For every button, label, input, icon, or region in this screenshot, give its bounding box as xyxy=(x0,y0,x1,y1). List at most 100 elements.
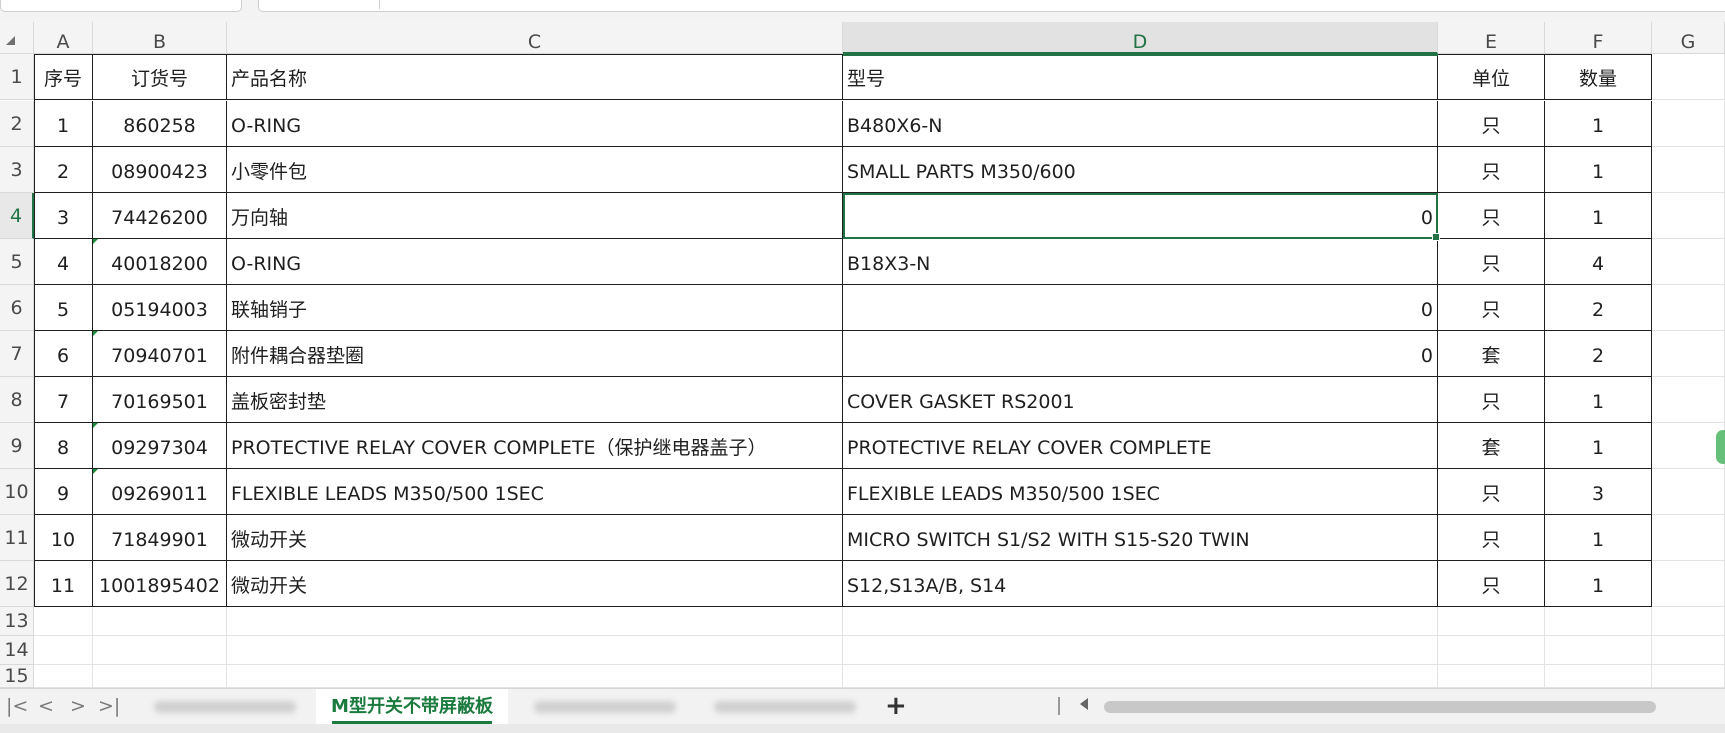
name-box[interactable] xyxy=(0,0,242,12)
table-cell[interactable]: 08900423 xyxy=(93,147,227,193)
table-cell[interactable]: 1 xyxy=(1545,193,1652,239)
table-cell[interactable]: 11 xyxy=(34,561,93,607)
table-cell[interactable]: B480X6-N xyxy=(843,101,1438,147)
table-cell[interactable]: SMALL PARTS M350/600 xyxy=(843,147,1438,193)
select-all-corner[interactable] xyxy=(0,22,34,54)
table-cell[interactable]: S12,S13A/B, S14 xyxy=(843,561,1438,607)
table-cell[interactable]: 只 xyxy=(1438,515,1545,561)
table-cell[interactable]: 70169501 xyxy=(93,377,227,423)
table-cell[interactable]: 1 xyxy=(1545,423,1652,469)
row-header-10[interactable]: 10 xyxy=(0,469,34,515)
table-cell[interactable]: 2 xyxy=(34,147,93,193)
empty-cell[interactable] xyxy=(1652,239,1725,285)
row-header-15[interactable]: 15 xyxy=(0,665,34,688)
empty-cell[interactable] xyxy=(1438,636,1545,665)
table-cell[interactable]: 只 xyxy=(1438,193,1545,239)
column-header-e[interactable]: E xyxy=(1438,22,1545,54)
header-cell[interactable]: 序号 xyxy=(34,54,93,100)
table-cell[interactable]: 只 xyxy=(1438,561,1545,607)
horizontal-scrollbar[interactable] xyxy=(1104,701,1656,713)
table-cell[interactable]: PROTECTIVE RELAY COVER COMPLETE（保护继电器盖子） xyxy=(227,423,843,469)
empty-cell[interactable] xyxy=(227,665,843,688)
empty-cell[interactable] xyxy=(843,665,1438,688)
empty-cell[interactable] xyxy=(1652,147,1725,193)
empty-cell[interactable] xyxy=(34,665,93,688)
table-cell[interactable]: 2 xyxy=(1545,331,1652,377)
column-header-c[interactable]: C xyxy=(227,22,843,54)
table-cell[interactable]: 盖板密封垫 xyxy=(227,377,843,423)
empty-cell[interactable] xyxy=(843,607,1438,636)
column-header-g[interactable]: G xyxy=(1652,22,1725,54)
row-header-1[interactable]: 1 xyxy=(0,54,34,100)
table-cell[interactable]: 1 xyxy=(1545,101,1652,147)
tab-splitter[interactable] xyxy=(1058,697,1060,715)
sheet-tab-hidden-2[interactable] xyxy=(520,689,690,724)
row-header-7[interactable]: 7 xyxy=(0,331,34,377)
header-cell[interactable]: 订货号 xyxy=(93,54,227,100)
table-cell[interactable]: 09269011 xyxy=(93,469,227,515)
row-header-4[interactable]: 4 xyxy=(0,193,34,239)
empty-cell[interactable] xyxy=(1652,285,1725,331)
empty-cell[interactable] xyxy=(1438,607,1545,636)
table-cell[interactable]: 联轴销子 xyxy=(227,285,843,331)
table-cell[interactable]: 40018200 xyxy=(93,239,227,285)
table-cell[interactable]: PROTECTIVE RELAY COVER COMPLETE xyxy=(843,423,1438,469)
empty-cell[interactable] xyxy=(227,636,843,665)
empty-cell[interactable] xyxy=(1652,423,1725,469)
empty-cell[interactable] xyxy=(93,636,227,665)
empty-cell[interactable] xyxy=(843,636,1438,665)
table-cell[interactable]: 6 xyxy=(34,331,93,377)
row-header-11[interactable]: 11 xyxy=(0,515,34,561)
row-header-3[interactable]: 3 xyxy=(0,147,34,193)
table-cell[interactable]: 只 xyxy=(1438,239,1545,285)
table-cell[interactable]: 5 xyxy=(34,285,93,331)
table-cell[interactable]: 只 xyxy=(1438,469,1545,515)
table-cell[interactable]: 只 xyxy=(1438,285,1545,331)
sheet-tab-hidden-1[interactable] xyxy=(140,689,310,724)
table-cell[interactable]: 套 xyxy=(1438,423,1545,469)
scroll-left-icon[interactable] xyxy=(1080,698,1088,710)
sheet-tab-active[interactable]: M型开关不带屏蔽板 xyxy=(316,689,508,724)
floating-assistant-icon[interactable] xyxy=(1716,430,1725,464)
table-cell[interactable]: 3 xyxy=(34,193,93,239)
empty-cell[interactable] xyxy=(1652,636,1725,665)
table-cell[interactable]: 3 xyxy=(1545,469,1652,515)
header-cell[interactable]: 数量 xyxy=(1545,54,1652,100)
table-cell[interactable]: 微动开关 xyxy=(227,515,843,561)
table-cell[interactable]: 1001895402 xyxy=(93,561,227,607)
table-cell[interactable]: 1 xyxy=(1545,377,1652,423)
row-header-5[interactable]: 5 xyxy=(0,239,34,285)
table-cell[interactable]: 0 xyxy=(843,285,1438,331)
table-cell[interactable]: 1 xyxy=(1545,515,1652,561)
header-cell[interactable]: 型号 xyxy=(843,54,1438,100)
table-cell[interactable]: 附件耦合器垫圈 xyxy=(227,331,843,377)
table-cell[interactable]: O-RING xyxy=(227,101,843,147)
empty-cell[interactable] xyxy=(1652,331,1725,377)
row-header-14[interactable]: 14 xyxy=(0,636,34,665)
formula-bar[interactable] xyxy=(258,0,1725,12)
table-cell[interactable]: 8 xyxy=(34,423,93,469)
empty-cell[interactable] xyxy=(1545,607,1652,636)
empty-cell[interactable] xyxy=(1652,607,1725,636)
table-cell[interactable]: 74426200 xyxy=(93,193,227,239)
table-cell[interactable]: 套 xyxy=(1438,331,1545,377)
table-cell[interactable]: 860258 xyxy=(93,101,227,147)
row-header-9[interactable]: 9 xyxy=(0,423,34,469)
table-cell[interactable]: 71849901 xyxy=(93,515,227,561)
header-cell[interactable]: 单位 xyxy=(1438,54,1545,100)
last-sheet-icon[interactable]: >| xyxy=(98,696,120,716)
empty-cell[interactable] xyxy=(1545,636,1652,665)
empty-cell[interactable] xyxy=(1438,665,1545,688)
empty-cell[interactable] xyxy=(1652,193,1725,239)
table-cell[interactable]: 小零件包 xyxy=(227,147,843,193)
table-cell[interactable]: 05194003 xyxy=(93,285,227,331)
empty-cell[interactable] xyxy=(1652,469,1725,515)
empty-cell[interactable] xyxy=(93,607,227,636)
table-cell[interactable]: 1 xyxy=(1545,147,1652,193)
table-cell[interactable]: 7 xyxy=(34,377,93,423)
table-cell[interactable]: FLEXIBLE LEADS M350/500 1SEC xyxy=(843,469,1438,515)
table-cell[interactable]: 4 xyxy=(34,239,93,285)
table-cell[interactable]: 只 xyxy=(1438,377,1545,423)
table-cell[interactable]: FLEXIBLE LEADS M350/500 1SEC xyxy=(227,469,843,515)
row-header-6[interactable]: 6 xyxy=(0,285,34,331)
